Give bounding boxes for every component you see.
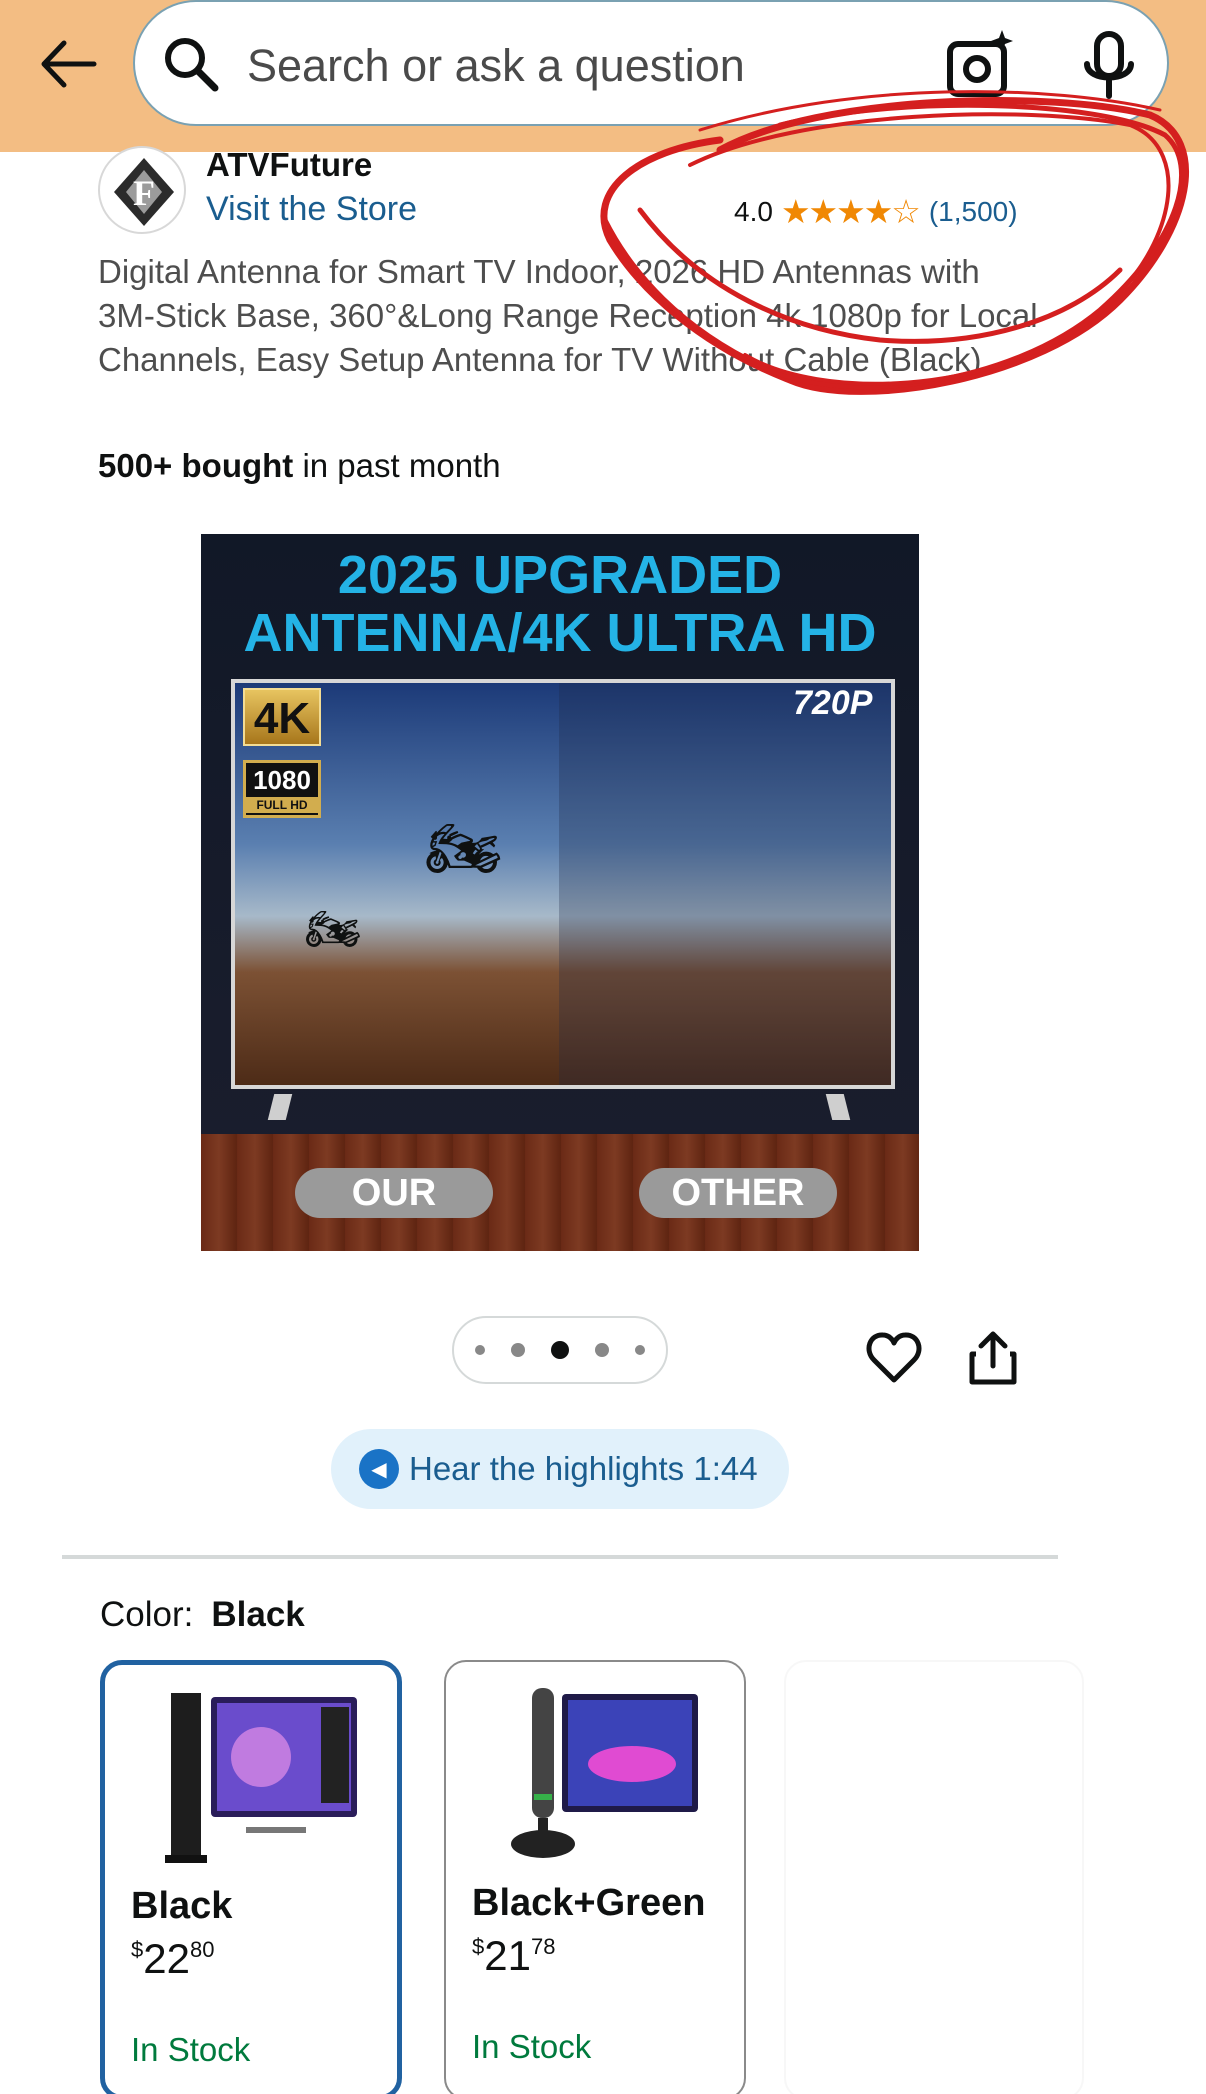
color-option-black-green[interactable]: Black+Green $2178 In Stock xyxy=(444,1660,746,2094)
color-option-price: $2178 xyxy=(472,1932,555,1980)
visit-store-link[interactable]: Visit the Store xyxy=(206,190,417,229)
motorcycle-icon: 🏍 xyxy=(425,815,502,882)
label-our: OUR xyxy=(295,1168,493,1218)
rating-summary[interactable]: 4.0 ★★★★☆ (1,500) xyxy=(734,192,1018,231)
color-option-black[interactable]: Black $2280 In Stock xyxy=(100,1660,402,2094)
brand-logo[interactable]: F xyxy=(98,146,186,234)
search-input[interactable] xyxy=(247,34,907,98)
price-cents: 78 xyxy=(530,1934,556,1959)
carousel-dot[interactable] xyxy=(511,1343,525,1357)
badge-fullhd-label: FULL HD xyxy=(246,797,318,813)
tv-stand-right xyxy=(825,1094,851,1120)
image-headline-line2: ANTENNA/4K ULTRA HD xyxy=(243,603,877,663)
badge-1080-label: 1080 xyxy=(253,765,311,795)
image-carousel-dots[interactable] xyxy=(452,1316,668,1384)
currency-symbol: $ xyxy=(472,1934,485,1959)
search-icon xyxy=(165,38,219,92)
stock-status: In Stock xyxy=(131,2031,251,2068)
product-main-image[interactable]: 2025 UPGRADED ANTENNA/4K ULTRA HD 🏍 🏍 4K… xyxy=(201,534,919,1251)
top-search-bar xyxy=(0,0,1206,152)
product-title[interactable]: Digital Antenna for Smart TV Indoor, 202… xyxy=(98,250,1038,382)
badge-1080: 1080 FULL HD xyxy=(243,760,321,818)
color-label: Color: Black xyxy=(100,1595,305,1635)
bought-count: 500+ bought in past month xyxy=(98,447,501,485)
rating-stars-icon: ★★★★☆ xyxy=(780,193,921,230)
microphone-icon[interactable] xyxy=(1069,26,1149,106)
motorcycle-icon: 🏍 xyxy=(305,905,361,954)
back-button[interactable] xyxy=(30,26,106,102)
section-divider xyxy=(62,1555,1058,1559)
tv-stand-left xyxy=(267,1094,293,1120)
search-box[interactable] xyxy=(133,0,1169,126)
antenna-tv-thumbnail xyxy=(165,1693,357,1863)
badge-4k: 4K xyxy=(243,688,321,746)
carousel-dot[interactable] xyxy=(475,1345,485,1355)
brand-name: ATVFuture xyxy=(206,146,373,183)
rating-value: 4.0 xyxy=(734,195,773,227)
arrow-left-icon xyxy=(41,40,97,88)
heart-icon[interactable] xyxy=(866,1330,922,1386)
color-option-price: $2280 xyxy=(131,1935,214,1983)
audio-sparkle-icon: ◀ xyxy=(359,1449,399,1489)
carousel-dot[interactable] xyxy=(595,1343,609,1357)
tv-screen-graphic: 🏍 🏍 xyxy=(231,679,895,1089)
camera-sparkle-icon[interactable] xyxy=(940,26,1020,106)
image-headline-line1: 2025 UPGRADED xyxy=(337,545,783,605)
price-whole: 21 xyxy=(484,1932,531,1979)
label-other: OTHER xyxy=(639,1168,837,1218)
bought-count-bold: 500+ bought xyxy=(98,447,294,484)
bought-count-rest: in past month xyxy=(293,447,501,484)
color-option-third[interactable] xyxy=(784,1660,1084,2094)
antenna-tv-thumbnail xyxy=(511,1688,698,1858)
stock-status: In Stock xyxy=(472,2028,592,2065)
price-whole: 22 xyxy=(143,1935,190,1982)
color-label-prefix: Color: xyxy=(100,1595,194,1634)
hear-highlights-button[interactable]: ◀ Hear the highlights 1:44 xyxy=(331,1429,789,1509)
badge-720p: 720P xyxy=(793,684,873,722)
share-icon[interactable] xyxy=(968,1330,1018,1386)
currency-symbol: $ xyxy=(131,1937,144,1962)
hear-highlights-label: Hear the highlights 1:44 xyxy=(409,1450,758,1487)
brand-logo-letter: F xyxy=(133,173,155,213)
color-option-name: Black xyxy=(131,1885,233,1927)
color-option-name: Black+Green xyxy=(472,1882,706,1924)
image-headline: 2025 UPGRADED ANTENNA/4K ULTRA HD xyxy=(201,546,919,662)
price-cents: 80 xyxy=(189,1937,215,1962)
carousel-dot-active[interactable] xyxy=(551,1341,569,1359)
tv-screen-dim-half xyxy=(559,683,891,1085)
rating-count-link[interactable]: (1,500) xyxy=(929,196,1018,228)
color-selected-value: Black xyxy=(211,1595,305,1634)
carousel-dot[interactable] xyxy=(635,1345,645,1355)
brand-logo-mark: F xyxy=(114,158,174,226)
